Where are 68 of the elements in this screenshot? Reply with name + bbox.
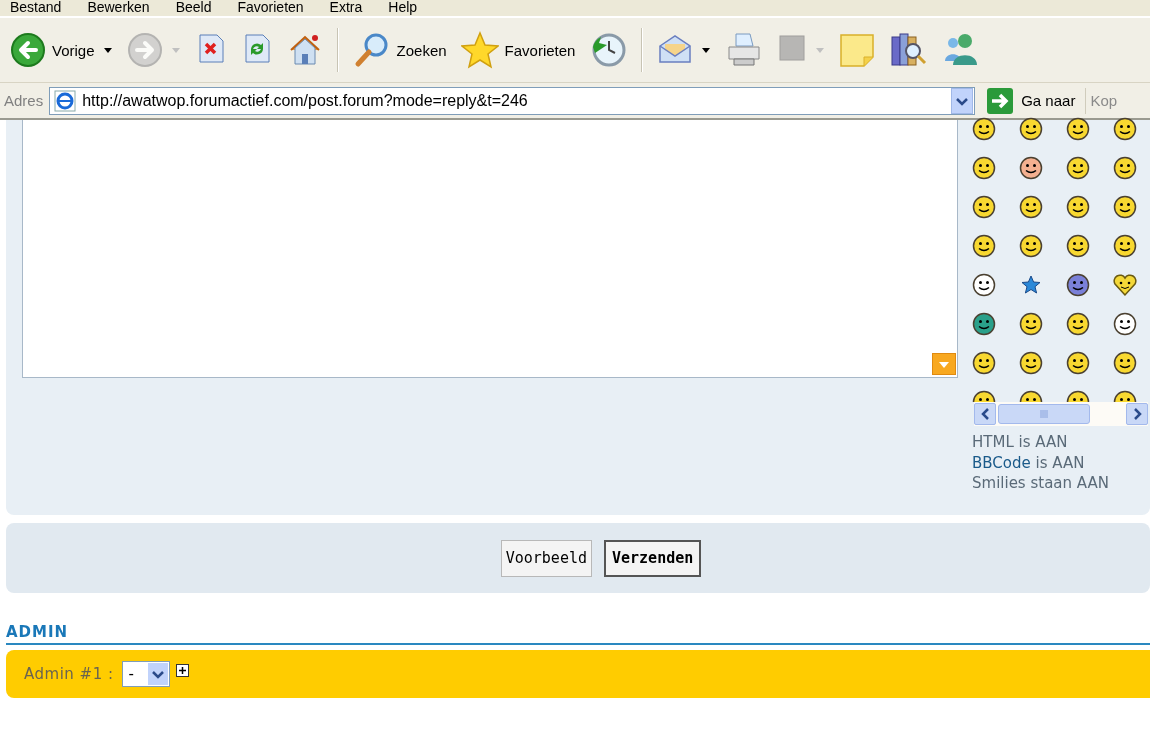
chevron-right-icon	[1132, 408, 1142, 420]
smiley-icon[interactable]	[1019, 117, 1043, 141]
caret-icon	[938, 359, 950, 369]
menu-item[interactable]: Beeld	[175, 0, 212, 16]
star-icon[interactable]	[1019, 273, 1043, 297]
dropdown-button[interactable]	[951, 87, 974, 114]
smiley-icon[interactable]	[1113, 312, 1137, 336]
menu-item[interactable]: Help	[388, 0, 418, 16]
heart-icon[interactable]	[1113, 273, 1137, 297]
smiley-icon[interactable]	[1066, 117, 1090, 141]
smiley-icon[interactable]	[1113, 117, 1137, 141]
smiley-icon[interactable]	[1066, 273, 1090, 297]
smiley-icon[interactable]	[972, 312, 996, 336]
smiley-icon[interactable]	[1066, 234, 1090, 258]
form-button[interactable]: Verzenden	[604, 539, 702, 577]
smiley-icon[interactable]	[1066, 312, 1090, 336]
smiley-icon[interactable]	[1019, 195, 1043, 219]
scroll-right-button[interactable]	[1126, 403, 1148, 425]
scroll-left-button[interactable]	[974, 403, 996, 425]
smiley-icon[interactable]	[1113, 156, 1137, 180]
go-button[interactable]: Ga naar	[979, 87, 1087, 114]
smiley-icon[interactable]	[1066, 156, 1090, 180]
scroll-down-button[interactable]	[932, 353, 956, 375]
smiley-icon[interactable]	[1019, 351, 1043, 375]
smiley-icon[interactable]	[1019, 234, 1043, 258]
smiley-icon[interactable]	[1113, 195, 1137, 219]
status-text: HTML is AAN	[972, 432, 1069, 453]
address-label: Adres	[4, 92, 44, 109]
form-button[interactable]: Voorbeeld	[500, 539, 592, 577]
caret-icon[interactable]	[102, 45, 113, 55]
caret-icon[interactable]	[701, 45, 712, 55]
smiley-icon[interactable]	[1019, 156, 1043, 180]
books-magnifier-icon	[889, 31, 928, 69]
status-text: Smilies staan AAN	[972, 473, 1110, 494]
star-icon	[460, 31, 499, 69]
plus-icon[interactable]	[175, 663, 189, 677]
chevron-left-icon	[980, 408, 990, 420]
url-text: http://awatwop.forumactief.com/post.forum?mode=reply&t=246	[82, 91, 529, 110]
favorites-button[interactable]: Favorieten	[460, 31, 576, 69]
bbcode-link[interactable]: BBCode	[972, 453, 1031, 472]
smiley-icon[interactable]	[1066, 351, 1090, 375]
smiley-icon[interactable]	[1113, 351, 1137, 375]
sticky-note-icon	[839, 32, 876, 68]
field-label: Admin #1 :	[24, 665, 114, 683]
chevron-down-icon	[150, 669, 165, 679]
search-button[interactable]: Zoeken	[352, 31, 447, 69]
menu-item[interactable]: Favorieten	[237, 0, 304, 16]
arrow-right-icon	[987, 87, 1014, 114]
smiley-icon[interactable]	[1113, 234, 1137, 258]
smiley-icon[interactable]	[972, 117, 996, 141]
section-heading: ADMIN	[6, 623, 69, 641]
back-button[interactable]: Vorige	[10, 32, 95, 68]
smiley-icon[interactable]	[972, 273, 996, 297]
chevron-down-icon	[955, 95, 970, 106]
smiley-icon[interactable]	[972, 234, 996, 258]
smiley-icon[interactable]	[972, 195, 996, 219]
scrollbar-thumb[interactable]	[998, 404, 1090, 424]
research-button[interactable]	[889, 31, 928, 69]
smiley-icon[interactable]	[1066, 195, 1090, 219]
status-text: BBCode is AAN	[972, 452, 1086, 473]
smiley-icon[interactable]	[1019, 312, 1043, 336]
smiley-icon[interactable]	[972, 351, 996, 375]
smiley-icon[interactable]	[972, 156, 996, 180]
menu-item[interactable]: Bestand	[10, 0, 62, 16]
admin-select[interactable]: -	[121, 661, 170, 687]
menu-item[interactable]: Extra	[329, 0, 363, 16]
menu-item[interactable]: Bewerken	[87, 0, 150, 16]
address-field[interactable]: http://awatwop.forumactief.com/post.forum?mode=reply&t=246	[49, 86, 976, 115]
